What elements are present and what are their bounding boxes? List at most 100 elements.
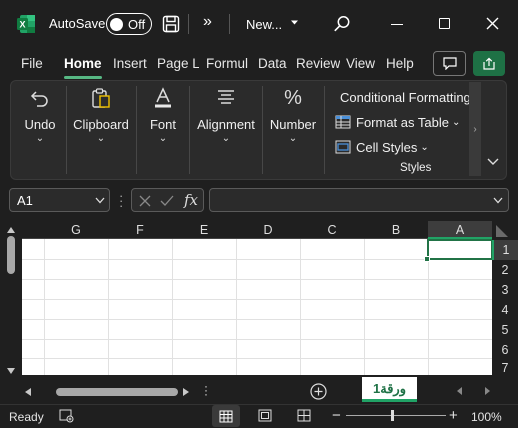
name-box-value: A1 (17, 193, 33, 208)
tab-home[interactable]: Home (64, 52, 102, 76)
chevron-right-icon: › (473, 123, 477, 135)
scrollbar-thumb[interactable] (7, 236, 15, 274)
divider (229, 14, 230, 34)
column-header-f[interactable]: F (108, 221, 172, 239)
format-as-table-button[interactable]: Format as Table ⌄ (335, 113, 469, 131)
chevron-down-icon[interactable]: ⌄ (97, 133, 105, 144)
column-header-g[interactable]: G (44, 221, 108, 239)
chevron-down-icon[interactable]: ⌄ (222, 133, 230, 144)
document-title[interactable]: New... (246, 17, 282, 32)
sheet-bar-menu[interactable]: · · · (204, 380, 208, 400)
gridline (22, 299, 492, 300)
tab-file[interactable]: File (21, 52, 43, 76)
active-tab-indicator (64, 76, 102, 79)
conditional-formatting-button[interactable]: Conditional Formatting (335, 88, 469, 106)
chevron-down-icon[interactable]: ⌄ (289, 133, 297, 144)
divider (188, 14, 189, 34)
formula-bar-grip[interactable]: · · · (119, 189, 123, 212)
percent-icon: % (284, 87, 302, 109)
row-header-6[interactable]: 6 (492, 340, 518, 360)
page-break-view-button[interactable] (297, 409, 311, 422)
accessibility-icon[interactable] (59, 409, 74, 423)
close-button[interactable] (486, 17, 499, 30)
chevron-down-icon[interactable]: ⌄ (36, 133, 44, 144)
row-header-4[interactable]: 4 (492, 300, 518, 320)
zoom-slider[interactable] (346, 415, 446, 416)
row-header-1[interactable]: 1 (492, 240, 518, 260)
tab-formulas[interactable]: Formul (206, 52, 251, 76)
share-button[interactable] (473, 51, 505, 76)
minimize-button[interactable] (391, 24, 403, 25)
add-sheet-button[interactable] (310, 383, 327, 400)
scroll-right-icon[interactable] (182, 387, 190, 397)
alignment-label: Alignment (197, 117, 255, 132)
styles-group-label: Styles (400, 162, 432, 174)
font-color-icon (155, 87, 171, 108)
formula-input[interactable] (209, 188, 509, 212)
column-header-e[interactable]: E (172, 221, 236, 239)
alignment-group[interactable]: Alignment ⌄ (194, 87, 258, 144)
column-header-c[interactable]: C (300, 221, 364, 239)
clipboard-group[interactable]: Clipboard ⌄ (70, 87, 132, 144)
zoom-out-button[interactable]: − (332, 407, 341, 424)
undo-group[interactable]: Undo ⌄ (17, 87, 63, 144)
cell-grid[interactable] (22, 239, 492, 375)
scroll-down-icon[interactable] (6, 367, 16, 375)
tab-insert[interactable]: Insert (113, 52, 147, 76)
normal-view-button[interactable] (212, 405, 240, 427)
column-header-a[interactable]: A (428, 221, 492, 239)
tab-help[interactable]: Help (386, 52, 414, 76)
excel-icon[interactable]: X (16, 14, 36, 34)
sheet-tab[interactable]: ورقة1 (362, 377, 417, 402)
select-all-button[interactable] (492, 221, 518, 239)
format-as-table-label: Format as Table (356, 114, 449, 130)
tab-review[interactable]: Review (296, 52, 340, 76)
fill-handle[interactable] (424, 256, 430, 262)
comments-button[interactable] (433, 51, 466, 76)
insert-function-button[interactable]: fx (184, 191, 198, 209)
column-header-d[interactable]: D (236, 221, 300, 239)
row-header-7[interactable]: 7 (492, 358, 518, 378)
autosave-toggle[interactable]: Off (106, 13, 152, 35)
previous-sheet-icon[interactable] (456, 386, 463, 396)
ribbon-separator (189, 86, 190, 174)
row-header-3[interactable]: 3 (492, 280, 518, 300)
horizontal-scrollbar-thumb[interactable] (56, 388, 178, 396)
chevron-down-icon[interactable] (493, 197, 503, 204)
scroll-left-icon[interactable] (24, 387, 32, 397)
zoom-level[interactable]: 100% (471, 410, 502, 424)
ribbon-scroll-button[interactable]: › (469, 82, 481, 176)
cancel-icon[interactable] (139, 195, 151, 207)
row-header-5[interactable]: 5 (492, 320, 518, 340)
chevron-down-icon[interactable]: ⌄ (159, 133, 167, 144)
selected-cell[interactable] (427, 239, 492, 260)
page-layout-view-button[interactable] (258, 409, 272, 422)
scroll-up-icon[interactable] (6, 226, 16, 234)
save-icon[interactable] (162, 15, 180, 33)
number-group[interactable]: % Number ⌄ (267, 87, 319, 144)
zoom-slider-thumb[interactable] (391, 410, 394, 421)
search-icon[interactable] (333, 15, 351, 33)
chevron-down-icon (487, 158, 499, 165)
sheet-tab-label: ورقة1 (373, 381, 406, 396)
name-box[interactable]: A1 (9, 188, 110, 212)
enter-icon[interactable] (160, 195, 174, 207)
tab-view[interactable]: View (346, 52, 375, 76)
row-header-2[interactable]: 2 (492, 260, 518, 280)
tab-page-layout[interactable]: Page La (157, 52, 199, 76)
toggle-knob (110, 17, 123, 31)
font-group[interactable]: Font ⌄ (141, 87, 185, 144)
quick-access-overflow-button[interactable]: » (203, 13, 212, 31)
gridline (22, 339, 492, 340)
status-ready: Ready (9, 410, 44, 424)
next-sheet-icon[interactable] (484, 386, 491, 396)
tab-data[interactable]: Data (258, 52, 287, 76)
autosave-label: AutoSave (49, 16, 106, 31)
column-header-b[interactable]: B (364, 221, 428, 239)
chevron-down-icon[interactable] (290, 18, 299, 27)
collapse-ribbon-button[interactable] (487, 158, 499, 166)
cell-styles-button[interactable]: Cell Styles ⌄ (335, 138, 469, 156)
vertical-scrollbar[interactable] (4, 222, 18, 376)
maximize-button[interactable] (439, 18, 450, 29)
zoom-in-button[interactable]: + (449, 407, 458, 424)
